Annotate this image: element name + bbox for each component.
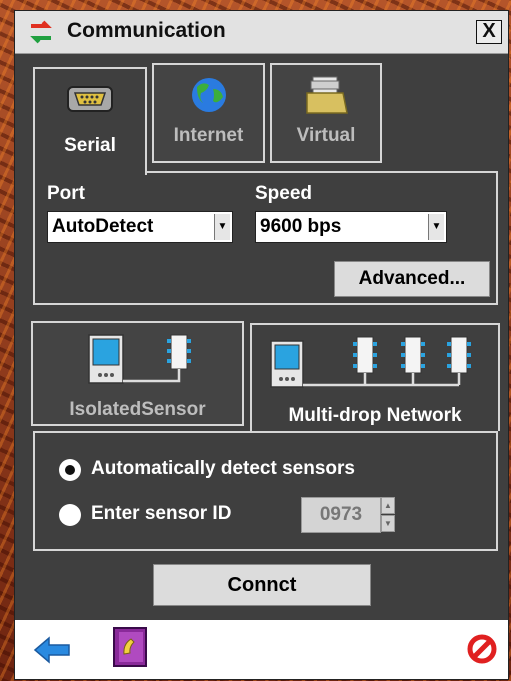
tab-serial[interactable]: Serial bbox=[33, 67, 147, 175]
speed-label: Speed bbox=[255, 183, 313, 204]
tab-internet-label: Internet bbox=[173, 125, 244, 146]
tab-multidrop-network[interactable]: Multi-drop Network bbox=[250, 323, 500, 431]
port-select-value: AutoDetect bbox=[52, 216, 154, 237]
phonebook-icon[interactable] bbox=[111, 626, 149, 668]
tab-serial-label: Serial bbox=[64, 135, 116, 156]
virtual-folder-icon bbox=[306, 76, 348, 114]
globe-icon bbox=[191, 78, 226, 112]
speed-select-value: 9600 bps bbox=[260, 216, 342, 237]
chevron-down-icon[interactable]: ▼ bbox=[214, 214, 230, 240]
auto-detect-label[interactable]: Automatically detect sensors bbox=[91, 458, 355, 480]
enter-id-radio[interactable] bbox=[59, 504, 81, 526]
tab-internet[interactable]: Internet bbox=[152, 63, 265, 163]
port-label: Port bbox=[47, 183, 85, 204]
command-bar bbox=[15, 620, 508, 679]
back-arrow-icon[interactable] bbox=[33, 636, 73, 664]
port-select[interactable]: AutoDetect ▼ bbox=[47, 211, 233, 243]
tab-isolated-sensor[interactable]: IsolatedSensor bbox=[31, 321, 244, 426]
sensor-id-input[interactable]: 0973 bbox=[301, 497, 381, 533]
auto-detect-radio[interactable] bbox=[59, 459, 81, 481]
tab-isolated-sensor-label: IsolatedSensor bbox=[69, 399, 206, 420]
tab-virtual-label: Virtual bbox=[296, 125, 356, 146]
sensor-chip bbox=[447, 336, 471, 374]
multidrop-network-icon bbox=[270, 336, 471, 388]
chevron-up-icon[interactable]: ▲ bbox=[381, 497, 395, 514]
tab-multidrop-network-label: Multi-drop Network bbox=[288, 405, 462, 426]
cancel-icon[interactable] bbox=[467, 634, 497, 664]
tab-virtual[interactable]: Virtual bbox=[270, 63, 382, 163]
speed-select[interactable]: 9600 bps ▼ bbox=[255, 211, 447, 243]
sensor-chip bbox=[353, 336, 377, 374]
window-title: Communication bbox=[67, 19, 226, 42]
connect-button[interactable]: Connct bbox=[153, 564, 371, 606]
serial-settings-panel: Port Speed AutoDetect ▼ 9600 bps ▼ Advan… bbox=[33, 171, 498, 305]
sensor-id-stepper[interactable]: 0973 ▲ ▼ bbox=[301, 497, 397, 533]
chevron-down-icon[interactable]: ▼ bbox=[381, 515, 395, 532]
title-bar: Communication X bbox=[15, 11, 508, 54]
isolated-sensor-icon bbox=[87, 334, 191, 384]
serial-port-icon bbox=[67, 86, 113, 112]
multidrop-options-panel: Automatically detect sensors Enter senso… bbox=[33, 431, 498, 551]
chevron-down-icon[interactable]: ▼ bbox=[428, 214, 444, 240]
advanced-button[interactable]: Advanced... bbox=[334, 261, 490, 297]
enter-id-label[interactable]: Enter sensor ID bbox=[91, 503, 231, 525]
communication-arrows-icon bbox=[30, 20, 52, 44]
communication-window: Communication X Serial Internet Virtual bbox=[14, 10, 509, 680]
sensor-chip bbox=[401, 336, 425, 374]
close-button[interactable]: X bbox=[476, 20, 502, 44]
